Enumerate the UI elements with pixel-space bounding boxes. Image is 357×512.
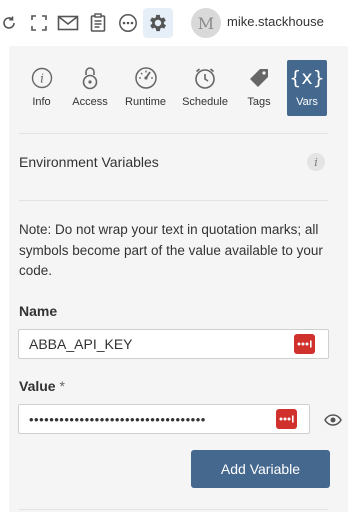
- clipboard-icon[interactable]: [88, 10, 108, 36]
- gauge-icon: [134, 64, 158, 92]
- add-variable-label: Add Variable: [220, 461, 301, 477]
- more-icon[interactable]: [117, 10, 139, 36]
- avatar[interactable]: M: [191, 8, 221, 38]
- eye-icon[interactable]: [324, 413, 342, 432]
- top-toolbar: M mike.stackhouse: [0, 0, 357, 46]
- name-input[interactable]: ABBA_API_KEY: [18, 329, 329, 359]
- fullscreen-icon[interactable]: [29, 10, 49, 36]
- note-text: Note: Do not wrap your text in quotation…: [19, 222, 323, 278]
- username[interactable]: mike.stackhouse: [227, 14, 324, 29]
- tab-schedule[interactable]: Schedule: [179, 60, 231, 116]
- password-manager-icon[interactable]: [294, 334, 315, 354]
- braces-x-icon: {x}: [289, 67, 325, 89]
- tab-runtime-label: Runtime: [125, 96, 166, 108]
- info-icon: i: [31, 64, 53, 92]
- tab-tags-label: Tags: [247, 96, 271, 108]
- add-variable-button[interactable]: Add Variable: [191, 450, 330, 488]
- section-title: Environment Variables: [19, 154, 159, 170]
- value-input[interactable]: •••••••••••••••••••••••••••••••••••: [18, 404, 310, 434]
- tab-info-label: Info: [32, 96, 51, 108]
- value-label-text: Value: [19, 378, 56, 394]
- tab-runtime[interactable]: Runtime: [122, 60, 169, 116]
- tab-vars[interactable]: {x} Vars: [287, 60, 327, 116]
- tab-schedule-label: Schedule: [182, 96, 228, 108]
- clock-icon: [193, 64, 217, 92]
- job-settings-panel: i Info Access Runtime Schedule Tags {x} …: [9, 46, 348, 512]
- lock-icon: [81, 64, 99, 92]
- divider: [19, 200, 328, 201]
- name-label: Name: [19, 303, 58, 319]
- mail-icon[interactable]: [56, 10, 80, 36]
- password-manager-icon[interactable]: [276, 409, 297, 429]
- info-icon[interactable]: i: [307, 153, 325, 171]
- divider: [19, 509, 328, 510]
- tag-icon: [248, 64, 270, 92]
- tab-access-label: Access: [72, 96, 108, 108]
- gear-icon[interactable]: [143, 8, 173, 38]
- refresh-icon[interactable]: [0, 10, 18, 36]
- settings-tabs: i Info Access Runtime Schedule Tags {x} …: [9, 60, 348, 118]
- tab-vars-label: Vars: [296, 96, 318, 108]
- required-mark: *: [59, 378, 65, 394]
- tab-access[interactable]: Access: [69, 60, 111, 116]
- divider: [19, 133, 328, 134]
- tab-tags[interactable]: Tags: [242, 60, 276, 116]
- svg-text:i: i: [40, 72, 44, 86]
- tab-info[interactable]: i Info: [18, 60, 65, 116]
- value-label: Value *: [19, 378, 65, 394]
